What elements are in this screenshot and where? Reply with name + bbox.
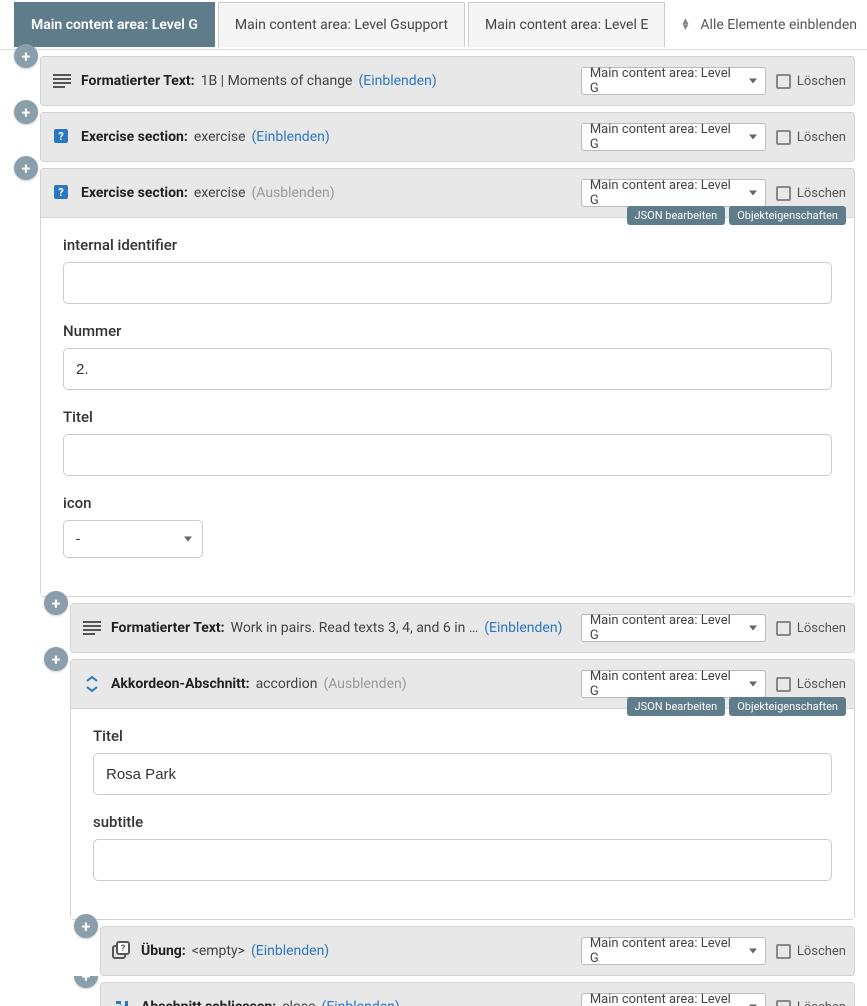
delete-label: Löschen xyxy=(797,1000,846,1006)
block-formatted-text: Formatierter Text: 1B | Moments of chang… xyxy=(40,56,855,106)
block-content-label: close xyxy=(282,999,315,1006)
delete-checkbox[interactable] xyxy=(776,677,791,692)
block-body: JSON bearbeiten Objekteigenschaften Tite… xyxy=(71,708,854,919)
level-select[interactable]: Main content area: Level G xyxy=(581,123,766,151)
block-toggle-link[interactable]: (Einblenden) xyxy=(358,73,436,89)
block-close-section: Abschnitt schliessen: close (Einblenden)… xyxy=(100,982,855,1006)
svg-text:?: ? xyxy=(58,186,64,199)
block-toggle-link[interactable]: (Ausblenden) xyxy=(323,676,406,692)
block-type-label: Exercise section: xyxy=(81,129,188,145)
add-block-button[interactable]: + xyxy=(14,100,38,124)
block-content-label: exercise xyxy=(194,129,246,145)
block-toggle-link[interactable]: (Einblenden) xyxy=(322,999,400,1006)
block-body: JSON bearbeiten Objekteigenschaften inte… xyxy=(41,217,854,596)
level-select[interactable]: Main content area: Level G xyxy=(581,614,766,642)
expand-collapse-icon: ▲▼ xyxy=(681,19,691,31)
subtitle-input[interactable] xyxy=(93,839,832,881)
block-type-label: Formatierter Text: xyxy=(111,620,225,636)
field-label-subtitle: subtitle xyxy=(93,813,832,831)
delete-label: Löschen xyxy=(797,677,846,692)
delete-checkbox[interactable] xyxy=(776,130,791,145)
field-label-internal-identifier: internal identifier xyxy=(63,236,832,254)
level-select[interactable]: Main content area: Level G xyxy=(581,937,766,965)
expand-all-label: Alle Elemente einblenden xyxy=(700,17,857,33)
block-content-label: <empty> xyxy=(192,943,245,959)
object-properties-button[interactable]: Objekteigenschaften xyxy=(729,206,846,225)
svg-text:?: ? xyxy=(58,130,64,143)
field-label-icon: icon xyxy=(63,494,832,512)
icon-select[interactable]: - xyxy=(63,520,203,558)
field-label-titel: Titel xyxy=(63,408,832,426)
block-exercise-section-expanded: ? Exercise section: exercise (Ausblenden… xyxy=(40,168,855,597)
question-box-icon: ? xyxy=(51,182,73,204)
nummer-input[interactable] xyxy=(63,348,832,390)
text-lines-icon xyxy=(51,70,73,92)
exercise-layers-icon: ? xyxy=(111,940,133,962)
level-select[interactable]: Main content area: Level G xyxy=(581,67,766,95)
delete-label: Löschen xyxy=(797,74,846,89)
puzzle-icon xyxy=(111,996,133,1006)
tab-level-gsupport[interactable]: Main content area: Level Gsupport xyxy=(218,2,465,47)
text-lines-icon xyxy=(81,617,103,639)
tabs-bar: Main content area: Level G Main content … xyxy=(0,0,867,50)
internal-identifier-input[interactable] xyxy=(63,262,832,304)
titel-input[interactable] xyxy=(93,753,832,795)
svg-text:?: ? xyxy=(121,944,126,954)
delete-label: Löschen xyxy=(797,186,846,201)
field-label-titel: Titel xyxy=(93,727,832,745)
add-block-button[interactable]: + xyxy=(14,156,38,180)
add-block-button[interactable]: + xyxy=(14,44,38,68)
block-toggle-link[interactable]: (Einblenden) xyxy=(484,620,562,636)
block-toggle-link[interactable]: (Einblenden) xyxy=(251,943,329,959)
block-content-label: Work in pairs. Read texts 3, 4, and 6 in… xyxy=(231,620,479,636)
level-select[interactable]: Main content area: Level G xyxy=(581,993,766,1006)
delete-label: Löschen xyxy=(797,130,846,145)
field-label-nummer: Nummer xyxy=(63,322,832,340)
block-content-label: 1B | Moments of change xyxy=(201,73,353,89)
block-type-label: Übung: xyxy=(141,943,186,959)
block-content-label: exercise xyxy=(194,185,246,201)
tab-level-g[interactable]: Main content area: Level G xyxy=(14,2,215,47)
level-select[interactable]: Main content area: Level G xyxy=(581,179,766,207)
block-type-label: Formatierter Text: xyxy=(81,73,195,89)
block-exercise-section: ? Exercise section: exercise (Einblenden… xyxy=(40,112,855,162)
delete-checkbox[interactable] xyxy=(776,944,791,959)
add-block-button[interactable]: + xyxy=(74,976,98,988)
block-uebung: ? Übung: <empty> (Einblenden) Main conte… xyxy=(100,926,855,976)
block-type-label: Exercise section: xyxy=(81,185,188,201)
expand-all-button[interactable]: ▲▼ Alle Elemente einblenden xyxy=(681,17,857,33)
object-properties-button[interactable]: Objekteigenschaften xyxy=(729,697,846,716)
level-select[interactable]: Main content area: Level G xyxy=(581,670,766,698)
delete-checkbox[interactable] xyxy=(776,621,791,636)
add-block-button[interactable]: + xyxy=(44,647,68,671)
titel-input[interactable] xyxy=(63,434,832,476)
block-toggle-link[interactable]: (Einblenden) xyxy=(252,129,330,145)
block-type-label: Akkordeon-Abschnitt: xyxy=(111,676,250,692)
delete-checkbox[interactable] xyxy=(776,186,791,201)
block-formatted-text: Formatierter Text: Work in pairs. Read t… xyxy=(70,603,855,653)
block-list: + Formatierter Text: 1B | Moments of cha… xyxy=(0,56,867,1006)
delete-checkbox[interactable] xyxy=(776,74,791,89)
delete-label: Löschen xyxy=(797,621,846,636)
json-edit-button[interactable]: JSON bearbeiten xyxy=(627,697,726,716)
add-block-button[interactable]: + xyxy=(74,914,98,938)
delete-label: Löschen xyxy=(797,944,846,959)
question-box-icon: ? xyxy=(51,126,73,148)
block-toggle-link[interactable]: (Ausblenden) xyxy=(252,185,335,201)
block-accordion-section: Akkordeon-Abschnitt: accordion (Ausblend… xyxy=(70,659,855,920)
block-type-label: Abschnitt schliessen: xyxy=(141,999,276,1006)
accordion-icon xyxy=(81,673,103,695)
delete-checkbox[interactable] xyxy=(776,1000,791,1006)
block-content-label: accordion xyxy=(256,676,318,692)
add-block-button[interactable]: + xyxy=(44,591,68,615)
json-edit-button[interactable]: JSON bearbeiten xyxy=(627,206,726,225)
tab-level-e[interactable]: Main content area: Level E xyxy=(468,2,665,47)
